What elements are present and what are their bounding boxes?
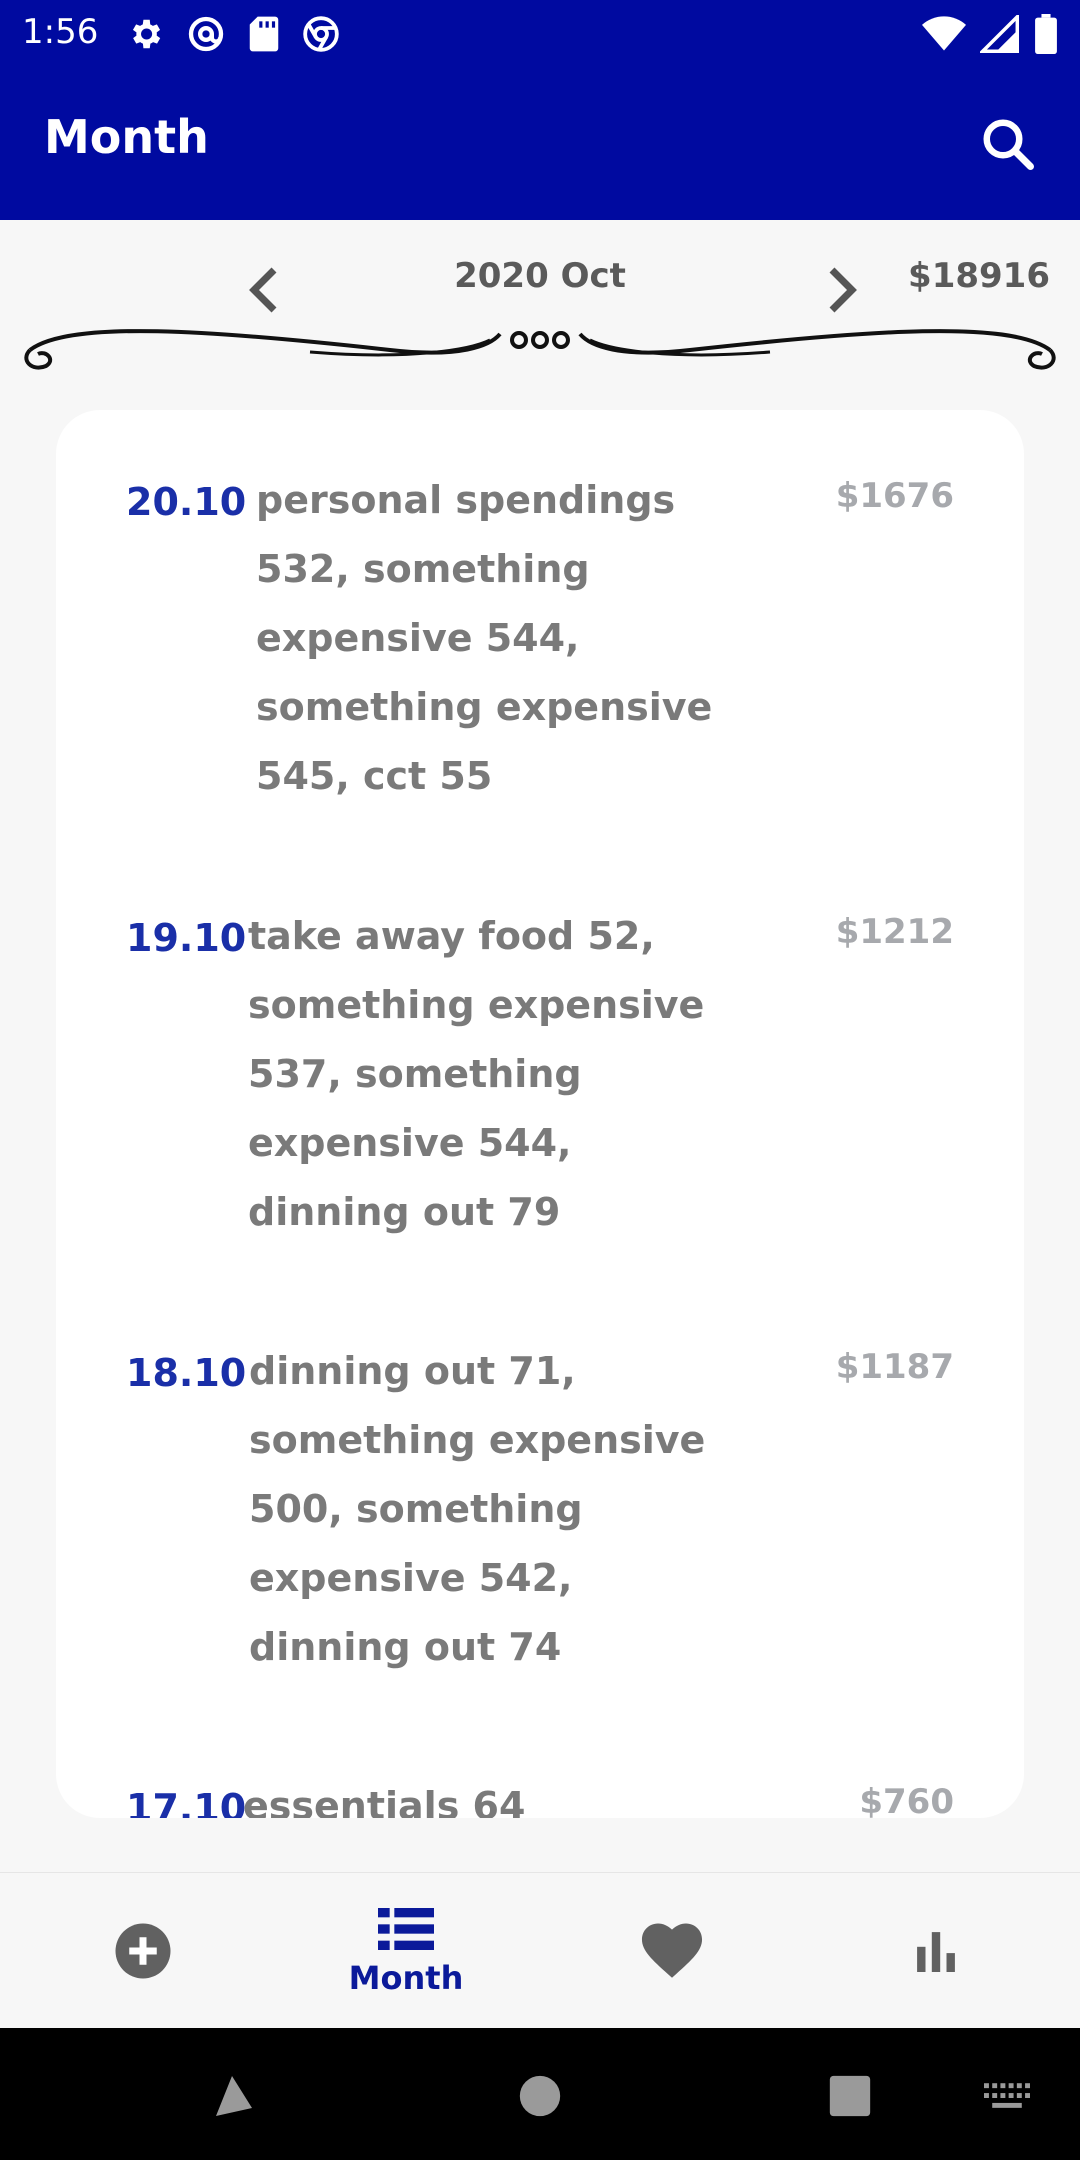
status-right-icons — [922, 14, 1058, 54]
gear-icon — [132, 19, 161, 49]
entry-date: 19.10 — [126, 916, 247, 960]
month-total: $18916 — [908, 256, 1050, 296]
heart-icon — [641, 1923, 703, 1978]
entry-date: 17.10 — [126, 1786, 247, 1818]
entry-amount: $1187 — [835, 1347, 954, 1387]
entry-description: take away food 52, something expensive 5… — [248, 914, 705, 1234]
entry-description: dinning out 71, something expensive 500,… — [249, 1349, 706, 1669]
search-icon[interactable] — [978, 114, 1038, 174]
battery-icon — [1035, 14, 1057, 54]
at-sign-icon — [188, 16, 224, 52]
nav-add[interactable] — [70, 1873, 216, 2029]
system-navigation-bar — [0, 2028, 1080, 2160]
entry-description: personal spendings 532, something expens… — [256, 478, 713, 798]
entry-date: 18.10 — [126, 1351, 247, 1395]
nav-month[interactable]: Month — [326, 1873, 486, 2029]
status-left-icons — [126, 14, 340, 54]
entry-amount: $1212 — [835, 912, 954, 952]
bar-chart-icon — [917, 1932, 955, 1972]
signal-icon — [980, 15, 1019, 53]
sd-card-icon — [249, 16, 279, 52]
home-circle-icon[interactable] — [518, 2074, 562, 2118]
status-bar: 1:56 — [0, 0, 1080, 66]
chrome-icon — [303, 16, 339, 52]
list-icon — [378, 1908, 434, 1950]
recents-square-icon[interactable] — [828, 2074, 872, 2118]
nav-favorites[interactable] — [598, 1873, 746, 2029]
keyboard-icon[interactable] — [984, 2082, 1030, 2114]
app-bar: 1:56 Month — [0, 0, 1080, 220]
status-time: 1:56 — [22, 12, 99, 52]
entry-amount: $1676 — [835, 476, 954, 516]
flourish-divider — [24, 329, 1056, 370]
nav-month-label: Month — [348, 1959, 464, 1997]
back-triangle-icon[interactable] — [208, 2072, 256, 2120]
wifi-icon — [922, 16, 966, 51]
month-header: 2020 Oct $18916 — [0, 220, 1080, 400]
add-circle-icon — [115, 1923, 171, 1979]
bottom-navigation: Month — [0, 1872, 1080, 2028]
entry-description: essentials 64 — [243, 1784, 526, 1818]
entry-amount: $760 — [859, 1782, 954, 1818]
entries-card[interactable]: 20.10 personal spendings 532, something … — [56, 410, 1024, 1818]
page-title: Month — [44, 110, 209, 164]
entry-date: 20.10 — [126, 480, 247, 524]
nav-stats[interactable] — [862, 1873, 1010, 2029]
